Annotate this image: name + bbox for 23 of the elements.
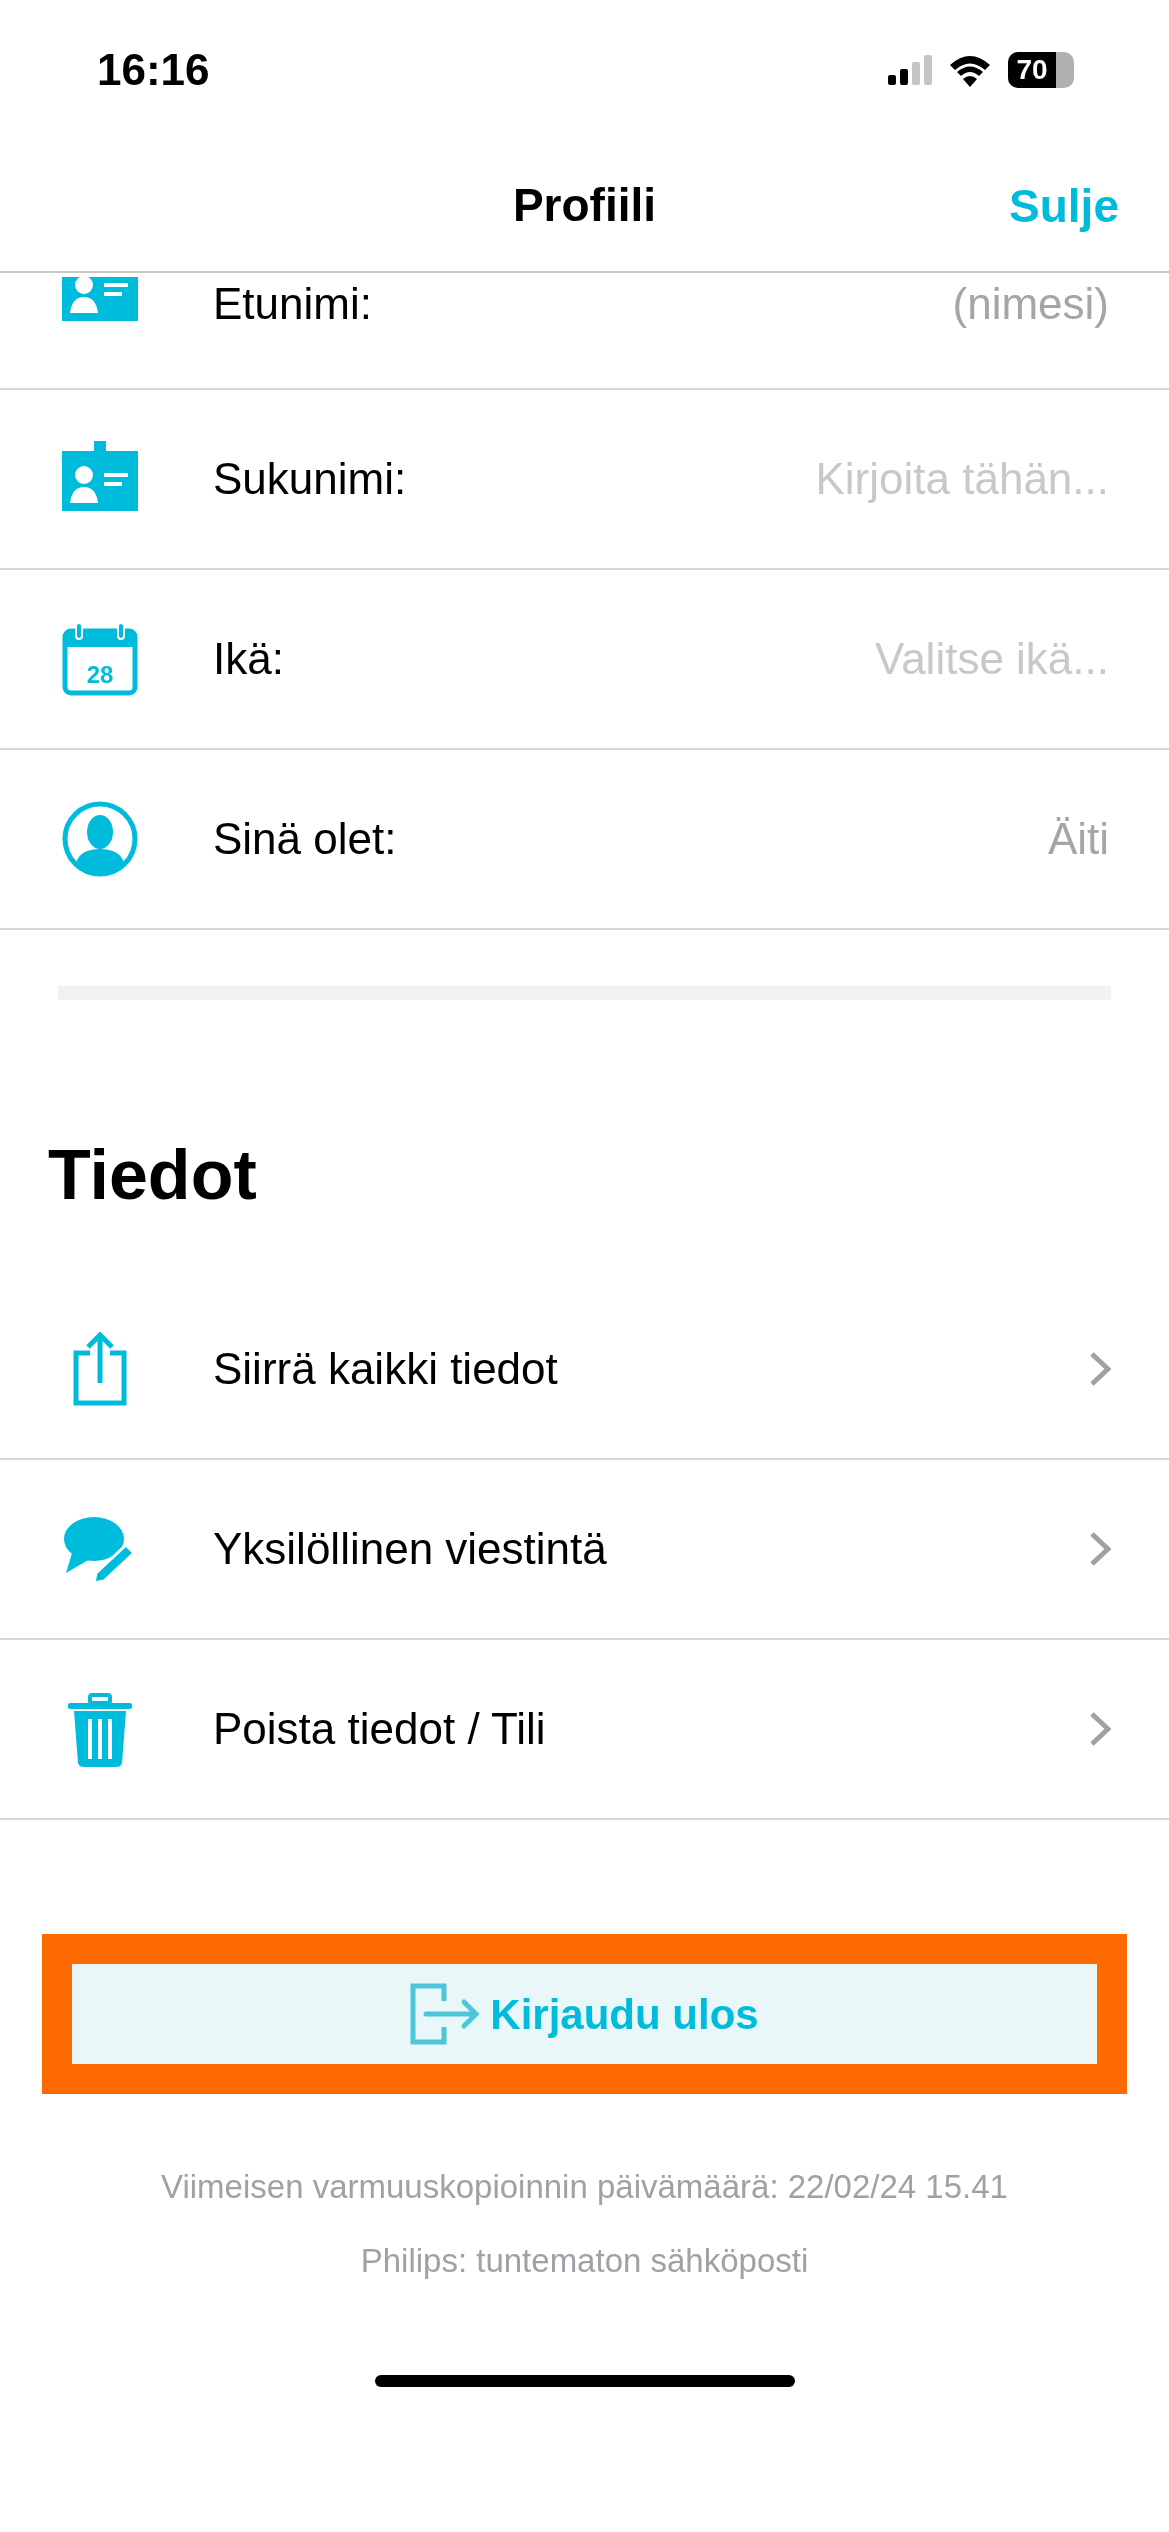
chevron-icon [1089,1531,1111,1567]
status-time: 16:16 [97,44,210,96]
field-label: Sukunimi: [213,453,407,505]
field-label: Ikä: [213,633,284,685]
field-label: Sinä olet: [213,813,397,865]
logout-button[interactable]: Kirjaudu ulos [72,1964,1097,2064]
wifi-icon [948,53,992,87]
close-button[interactable]: Sulje [1009,171,1119,240]
field-label: Etunimi: [213,278,372,330]
screen-title: Profiili [512,178,657,233]
signal-icon [888,55,932,85]
menu-item[interactable]: Poista tiedot / Tili [0,1640,1169,1820]
person-icon [60,799,140,879]
chevron-icon [1089,1351,1111,1387]
menu-item[interactable]: Siirrä kaikki tiedot [0,1280,1169,1460]
battery-indicator: 70 [1008,52,1056,88]
menu-item[interactable]: Yksilöllinen viestintä [0,1460,1169,1640]
section-heading: Tiedot [48,1140,258,1210]
footer-text: Viimeisen varmuuskopioinnin päivämäärä: 22/02/24 15.41 [161,2167,1008,2207]
input-field[interactable]: (nimesi) [371,271,1109,337]
input-field[interactable]: Äiti [396,806,1109,872]
footer-text: Philips: tuntematon sähköposti [360,2240,809,2281]
chevron-icon [1089,1711,1111,1747]
